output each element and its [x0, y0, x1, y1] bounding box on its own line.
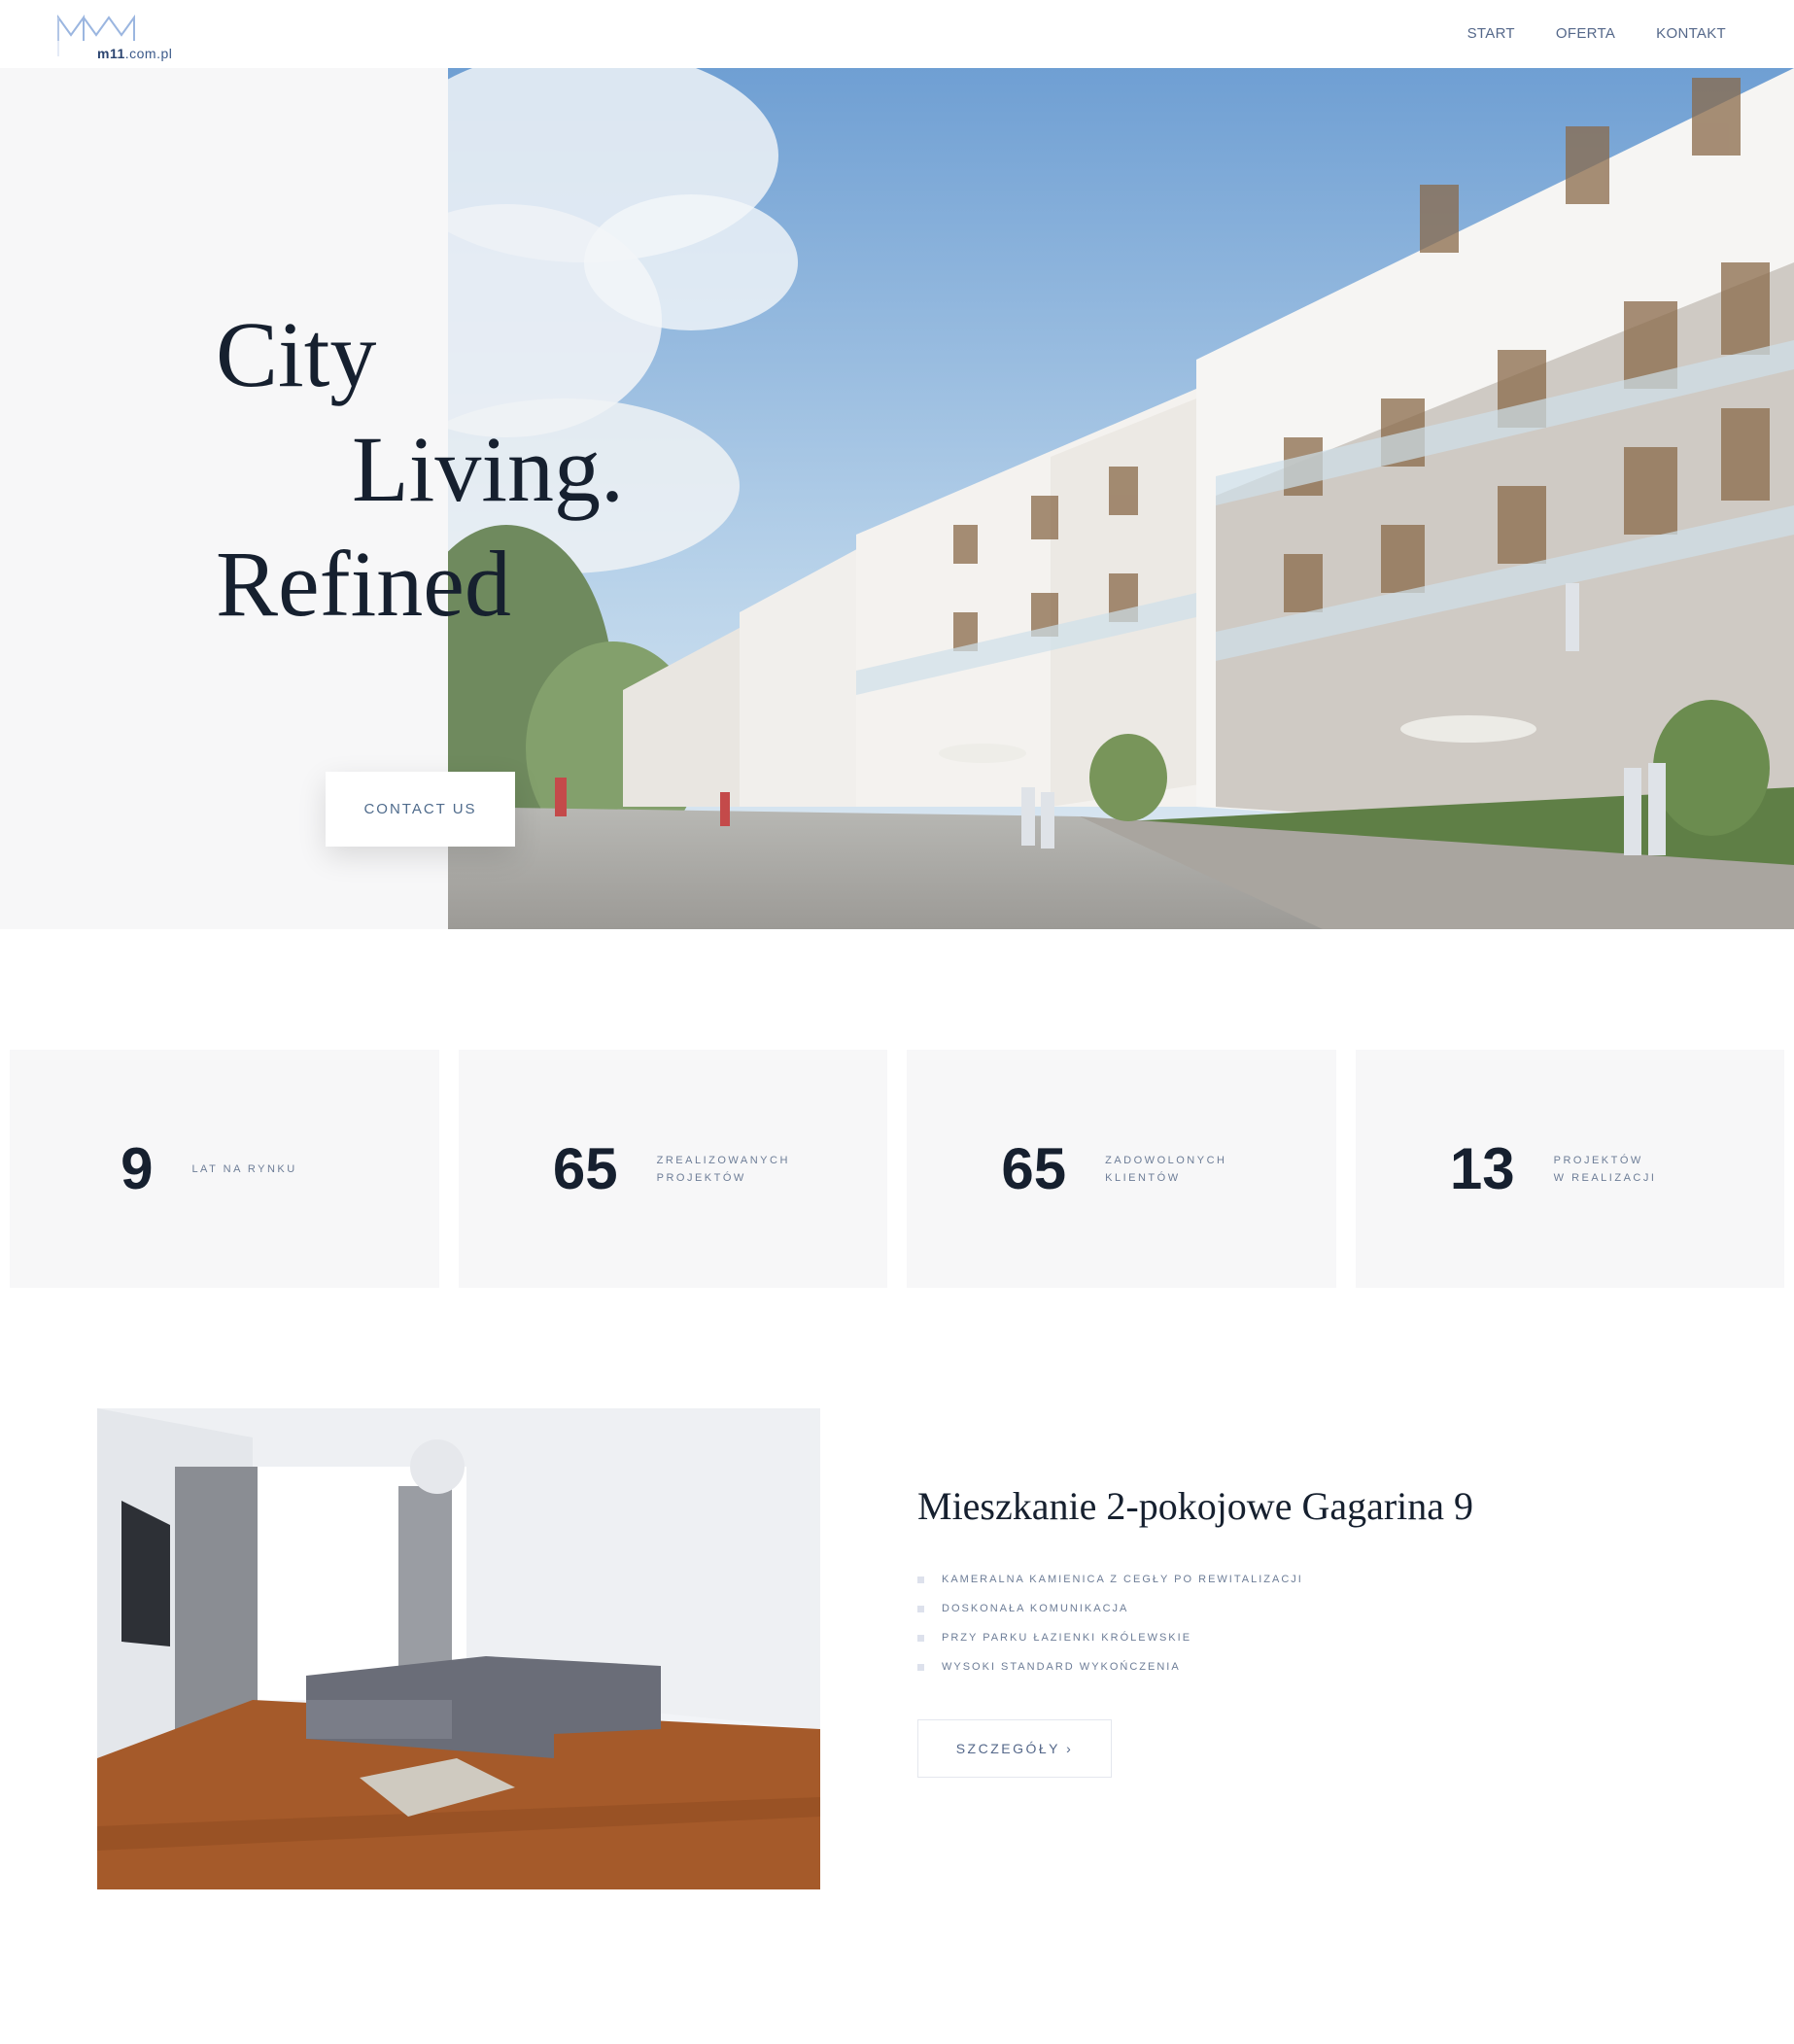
hero-section: City Living. Refined CONTACT US — [0, 68, 1794, 929]
hero-building-image — [448, 68, 1794, 929]
list-item: KAMERALNA KAMIENICA Z CEGŁY PO REWITALIZ… — [917, 1565, 1303, 1594]
stat-label: ZREALIZOWANYCH PROJEKTÓW — [656, 1154, 790, 1184]
stats-section: 9 LAT NA RYNKU 65 ZREALIZOWANYCH PROJEKTÓ… — [10, 1050, 1784, 1288]
nav-oferta[interactable]: OFERTA — [1556, 25, 1615, 42]
bullet-icon — [917, 1663, 924, 1671]
bullet-icon — [917, 1634, 924, 1642]
stat-card: 65 ZREALIZOWANYCH PROJEKTÓW — [458, 1050, 887, 1288]
stat-value: 65 — [1001, 1136, 1067, 1201]
living-room-image — [97, 1408, 820, 1889]
main-nav: START OFERTA KONTAKT — [1467, 25, 1726, 42]
stat-value: 13 — [1449, 1136, 1515, 1201]
nav-kontakt[interactable]: KONTAKT — [1656, 25, 1726, 42]
listing-photo[interactable] — [97, 1408, 820, 1889]
contact-us-button[interactable]: CONTACT US — [326, 772, 515, 847]
logo-text: m11.com.pl — [97, 46, 173, 61]
stat-value: 65 — [552, 1136, 618, 1201]
hero-title-line2: Living. — [352, 417, 624, 521]
listing-title: Mieszkanie 2-pokojowe Gagarina 9 — [917, 1484, 1474, 1528]
bullet-icon — [917, 1605, 924, 1612]
list-item: WYSOKI STANDARD WYKOŃCZENIA — [917, 1652, 1303, 1681]
stat-label: PROJEKTÓW W REALIZACJI — [1553, 1154, 1657, 1184]
stat-label: LAT NA RYNKU — [191, 1162, 297, 1175]
stat-card: 9 LAT NA RYNKU — [10, 1050, 439, 1288]
stat-label: ZADOWOLONYCH KLIENTÓW — [1105, 1154, 1227, 1184]
nav-start[interactable]: START — [1467, 25, 1515, 42]
details-button[interactable]: SZCZEGÓŁY › — [917, 1719, 1112, 1778]
list-item: DOSKONAŁA KOMUNIKACJA — [917, 1594, 1303, 1623]
hero-title-line1: City — [216, 302, 377, 406]
bullet-icon — [917, 1576, 924, 1583]
site-logo[interactable]: m11.com.pl — [39, 10, 172, 61]
stat-card: 13 PROJEKTÓW W REALIZACJI — [1355, 1050, 1784, 1288]
hero-title-line3: Refined — [216, 532, 511, 636]
stat-card: 65 ZADOWOLONYCH KLIENTÓW — [907, 1050, 1336, 1288]
feature-list: KAMERALNA KAMIENICA Z CEGŁY PO REWITALIZ… — [917, 1565, 1303, 1681]
list-item: PRZY PARKU ŁAZIENKI KRÓLEWSKIE — [917, 1623, 1303, 1652]
hero-title: City Living. Refined — [216, 297, 624, 641]
site-header: m11.com.pl START OFERTA KONTAKT — [0, 0, 1794, 68]
stat-value: 9 — [121, 1136, 154, 1201]
